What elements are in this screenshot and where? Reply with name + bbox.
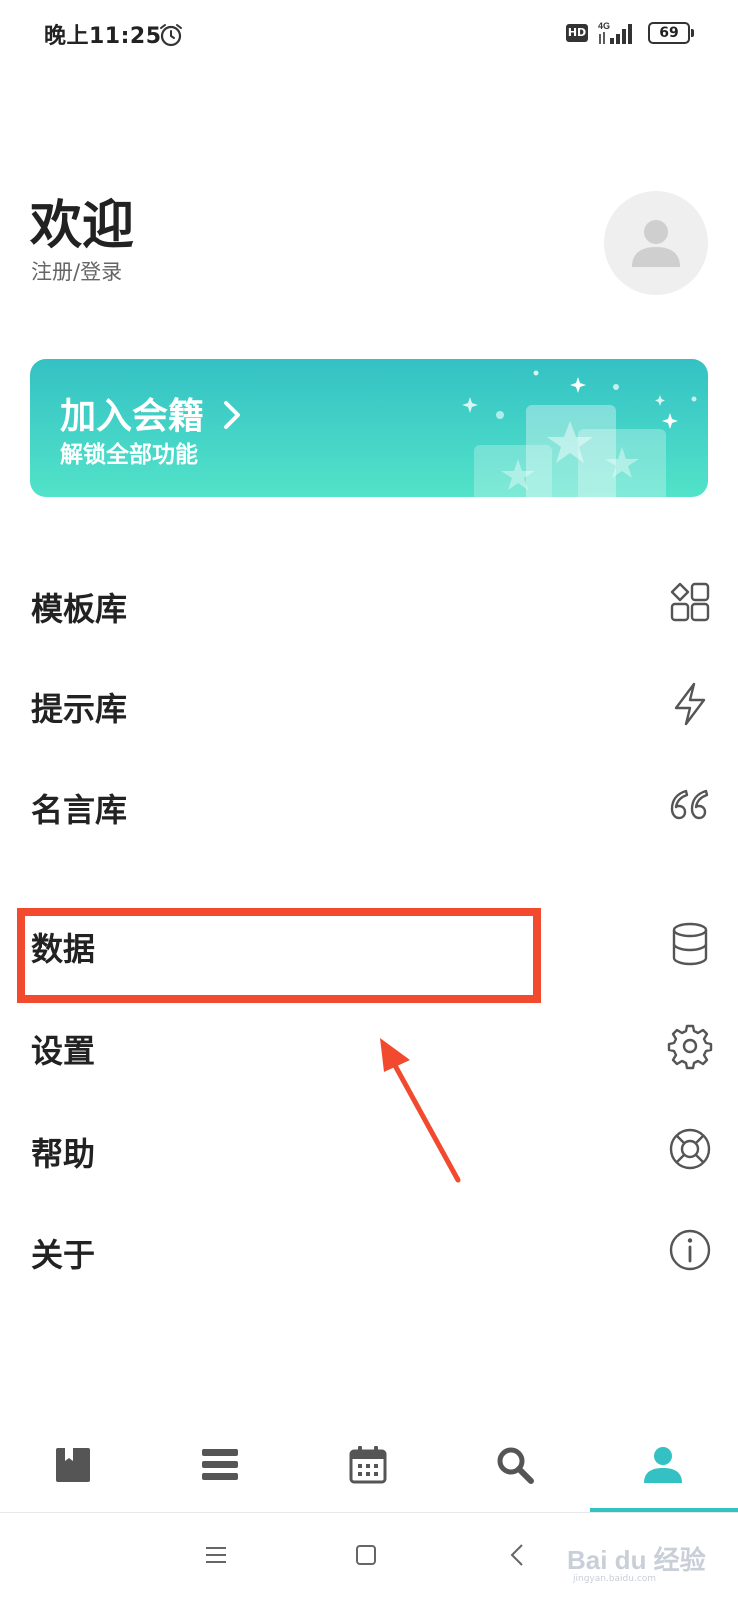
status-time: 晚上11:25 [44, 24, 162, 49]
membership-banner[interactable]: 加入会籍 解锁全部功能 [30, 359, 708, 497]
status-bar: 晚上11:25 HD 4G 69 [0, 0, 738, 70]
list-icon [202, 1449, 238, 1480]
menu-item-label: 关于 [31, 1236, 96, 1274]
recent-apps-button[interactable] [196, 1535, 236, 1575]
menu-item-settings[interactable]: 设置 [0, 1002, 738, 1092]
annotation-highlight-box [17, 908, 541, 1003]
database-icon [672, 922, 708, 966]
tab-notebooks[interactable] [0, 1425, 147, 1511]
watermark-text: Bai du 经验 [567, 1545, 706, 1575]
banner-title: 加入会籍 [60, 387, 243, 439]
network-type-label: 4G [598, 21, 610, 31]
chevron-left-icon [510, 1544, 523, 1566]
lifebuoy-icon [669, 1128, 711, 1170]
home-button[interactable] [346, 1535, 386, 1575]
tab-search[interactable] [442, 1425, 589, 1511]
battery-level: 69 [648, 22, 690, 44]
banner-title-text: 加入会籍 [60, 396, 205, 437]
welcome-title: 欢迎 [30, 196, 135, 256]
menu-item-label: 提示库 [31, 690, 128, 728]
menu-item-label: 名言库 [31, 791, 128, 829]
chevron-right-icon [223, 401, 240, 429]
register-login-link[interactable]: 注册/登录 [31, 256, 122, 286]
menu-item-quotes[interactable]: 名言库 [0, 761, 738, 851]
battery-icon: 69 [648, 22, 694, 44]
menu-item-label: 设置 [31, 1032, 96, 1070]
gear-icon [667, 1024, 713, 1070]
search-icon [497, 1447, 534, 1484]
annotation-arrow-icon [380, 1038, 461, 1183]
menu-item-label: 模板库 [31, 590, 128, 628]
menu-item-label: 帮助 [31, 1135, 96, 1173]
menu-item-templates[interactable]: 模板库 [0, 560, 738, 650]
alarm-clock-icon [158, 22, 184, 48]
baidu-jingyan-watermark: Bai du 经验 jingyan.baidu.com [567, 1538, 727, 1588]
lightning-icon [674, 682, 706, 726]
menu-item-help[interactable]: 帮助 [0, 1105, 738, 1195]
hd-voice-icon: HD [566, 24, 588, 42]
avatar-person-icon [632, 220, 680, 267]
menu-lines-icon [206, 1547, 226, 1563]
tab-list[interactable] [147, 1425, 294, 1511]
bottom-tab-bar [0, 1425, 738, 1512]
tab-calendar[interactable] [295, 1425, 442, 1511]
calendar-icon [349, 1446, 387, 1484]
square-icon [356, 1545, 376, 1565]
battery-tip [691, 29, 694, 37]
menu-item-about[interactable]: 关于 [0, 1206, 738, 1296]
cellular-signal-icon: 4G [598, 20, 638, 46]
info-icon [669, 1229, 711, 1271]
notebook-icon [56, 1448, 90, 1482]
person-icon [644, 1447, 682, 1483]
menu-item-prompts[interactable]: 提示库 [0, 660, 738, 750]
grid-icon [670, 582, 710, 622]
tab-profile[interactable] [590, 1425, 737, 1511]
quote-icon [670, 789, 709, 820]
back-button[interactable] [498, 1535, 538, 1575]
avatar[interactable] [604, 191, 708, 295]
banner-subtitle: 解锁全部功能 [60, 442, 198, 468]
podium-stars-illustration [462, 370, 697, 497]
watermark-sub: jingyan.baidu.com [573, 1574, 657, 1584]
